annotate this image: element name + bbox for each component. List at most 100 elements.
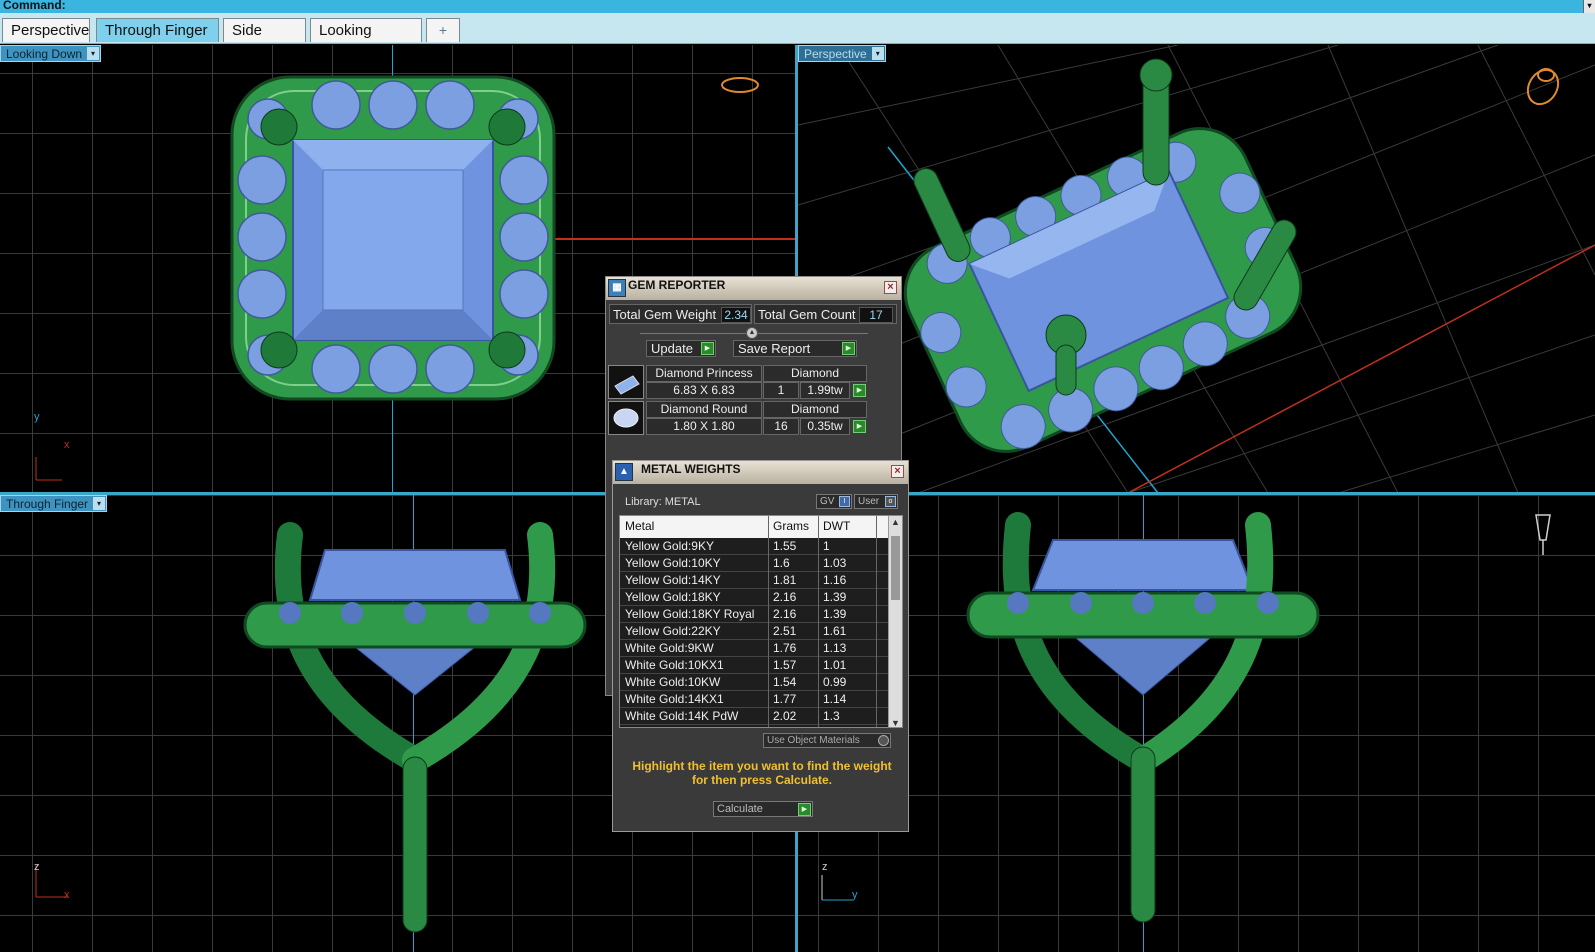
axis-z-label: z	[822, 861, 828, 873]
viewport-label-looking-down[interactable]: Looking Down ▾	[0, 45, 102, 62]
command-dropdown-icon[interactable]: ▾	[1583, 0, 1595, 13]
metal-table[interactable]: Metal Grams DWT Yellow Gold:9KY 1.55 1 Yell…	[619, 515, 903, 728]
dwt-cell: 1.39	[823, 590, 847, 604]
collapse-icon[interactable]: ▲	[746, 327, 758, 339]
table-row[interactable]: Yellow Gold:18KY 2.16 1.39	[620, 589, 890, 606]
save-report-button[interactable]: Save Report ▶	[733, 340, 857, 357]
total-gem-count-row: Total Gem Count 17	[754, 304, 897, 324]
grams-cell: 2.16	[773, 607, 797, 621]
metal-name-cell: White Gold:14K PdW	[625, 709, 739, 723]
table-row[interactable]: Yellow Gold:14KY 1.81 1.16	[620, 572, 890, 589]
dwt-cell: 1.13	[823, 641, 847, 655]
tab-side-view[interactable]: Side View	[223, 18, 306, 42]
viewport-label-text: Through Finger	[6, 497, 89, 511]
table-row[interactable]: White Gold:14K PdW 2.02 1.3	[620, 708, 890, 725]
axis-y-label: y	[34, 411, 40, 423]
toggle-indicator-icon: I	[839, 496, 850, 507]
metal-name-cell: White Gold:10KW	[625, 675, 721, 689]
play-arrow-icon[interactable]: ▶	[853, 420, 866, 433]
grams-cell: 1.6	[773, 556, 790, 570]
gem-row[interactable]: Diamond Princess Diamond 6.83 X 6.83 1 1…	[608, 365, 868, 399]
tab-perspective[interactable]: Perspective	[2, 18, 90, 42]
grams-cell: 2.51	[773, 624, 797, 638]
radio-icon	[878, 735, 889, 746]
grams-cell: 1.55	[773, 539, 797, 553]
grams-cell: 2.16	[773, 590, 797, 604]
table-header: Metal Grams DWT	[620, 516, 890, 538]
gem-reporter-title-bar[interactable]: ▦ GEM REPORTER ×	[606, 277, 901, 300]
gv-toggle[interactable]: GV I	[816, 494, 852, 509]
metal-name-cell: Yellow Gold:14KY	[625, 573, 721, 587]
metal-name-cell: Yellow Gold:18KY	[625, 590, 721, 604]
scroll-thumb[interactable]	[891, 536, 900, 600]
table-scrollbar[interactable]: ▲ ▼	[888, 516, 902, 727]
gem-size: 1.80 X 1.80	[646, 418, 762, 435]
ring-icon	[721, 77, 759, 93]
close-icon[interactable]: ×	[884, 281, 897, 294]
command-bar[interactable]: Command: ▾	[0, 0, 1595, 13]
dwt-cell: 1.16	[823, 573, 847, 587]
play-arrow-icon: ▶	[798, 803, 811, 816]
table-row[interactable]: White Gold:10KW 1.54 0.99	[620, 674, 890, 691]
total-gem-weight-row: Total Gem Weight 2.34	[609, 304, 752, 324]
tab-through-finger[interactable]: Through Finger	[96, 18, 219, 42]
column-divider	[768, 516, 769, 727]
torch-icon	[1535, 514, 1551, 555]
gem-name: Diamond Princess	[646, 365, 762, 382]
calculate-button[interactable]: Calculate ▶	[713, 801, 813, 817]
viewport-label-through-finger[interactable]: Through Finger ▾	[0, 495, 108, 512]
dwt-cell: 1.3	[823, 709, 840, 723]
total-gem-weight-label: Total Gem Weight	[613, 307, 717, 322]
table-row[interactable]: Yellow Gold:22KY 2.51 1.61	[620, 623, 890, 640]
metal-name-cell: Yellow Gold:18KY Royal	[625, 607, 755, 621]
add-tab-button[interactable]: +	[426, 18, 460, 42]
grams-cell: 1.54	[773, 675, 797, 689]
table-row[interactable]: Yellow Gold:10KY 1.6 1.03	[620, 555, 890, 572]
chevron-down-icon[interactable]: ▾	[93, 497, 106, 510]
column-divider	[876, 516, 877, 727]
scroll-down-icon[interactable]: ▼	[889, 717, 902, 727]
flask-icon: ▲	[615, 463, 633, 481]
column-header-metal[interactable]: Metal	[625, 516, 654, 537]
chevron-down-icon[interactable]: ▾	[87, 47, 100, 60]
gem-row[interactable]: Diamond Round Diamond 1.80 X 1.80 16 0.3…	[608, 401, 868, 435]
gv-label: GV	[820, 496, 835, 507]
user-toggle[interactable]: User o	[854, 494, 898, 509]
viewport-side-view[interactable]: z y	[798, 495, 1595, 952]
update-button[interactable]: Update ▶	[646, 340, 716, 357]
perspective-grid	[798, 45, 1595, 493]
close-icon[interactable]: ×	[891, 465, 904, 478]
metal-name-cell: Yellow Gold:22KY	[625, 624, 721, 638]
total-gem-count-value: 17	[859, 307, 893, 323]
ring-side-view[interactable]	[798, 495, 1595, 952]
dwt-cell: 1.03	[823, 556, 847, 570]
grams-cell: 1.77	[773, 692, 797, 706]
dwt-cell: 1.14	[823, 692, 847, 706]
gem-material: Diamond	[763, 401, 867, 418]
viewport-label-text: Perspective	[804, 47, 867, 61]
tab-looking-down[interactable]: Looking Down	[310, 18, 422, 42]
metal-name-cell: Yellow Gold:9KY	[625, 539, 714, 553]
table-row[interactable]: White Gold:9KW 1.76 1.13	[620, 640, 890, 657]
table-row[interactable]: White Gold:14KX1 1.77 1.14	[620, 691, 890, 708]
viewport-perspective[interactable]: Perspective ▾	[798, 45, 1595, 493]
library-label: Library: METAL	[625, 496, 701, 508]
calculate-label: Calculate	[717, 803, 763, 815]
table-row[interactable]: Yellow Gold:18KY Royal 2.16 1.39	[620, 606, 890, 623]
table-row[interactable]: Yellow Gold:9KY 1.55 1	[620, 538, 890, 555]
command-label: Command:	[3, 0, 66, 12]
column-divider	[818, 516, 819, 727]
ring-perspective-icon	[1526, 68, 1560, 106]
play-arrow-icon[interactable]: ▶	[853, 384, 866, 397]
scroll-up-icon[interactable]: ▲	[889, 516, 902, 528]
table-row[interactable]: White Gold:10KX1 1.57 1.01	[620, 657, 890, 674]
metal-weights-title-bar[interactable]: ▲ METAL WEIGHTS ×	[613, 461, 908, 484]
gem-weight: 0.35tw	[800, 418, 850, 435]
column-header-dwt[interactable]: DWT	[823, 516, 850, 537]
viewport-label-perspective[interactable]: Perspective ▾	[798, 45, 886, 62]
dwt-cell: 1.01	[823, 658, 847, 672]
column-header-grams[interactable]: Grams	[773, 516, 809, 537]
chevron-down-icon[interactable]: ▾	[871, 47, 884, 60]
use-object-materials-toggle[interactable]: Use Object Materials	[763, 733, 891, 748]
hint-text: Highlight the item you want to find the …	[632, 759, 892, 787]
